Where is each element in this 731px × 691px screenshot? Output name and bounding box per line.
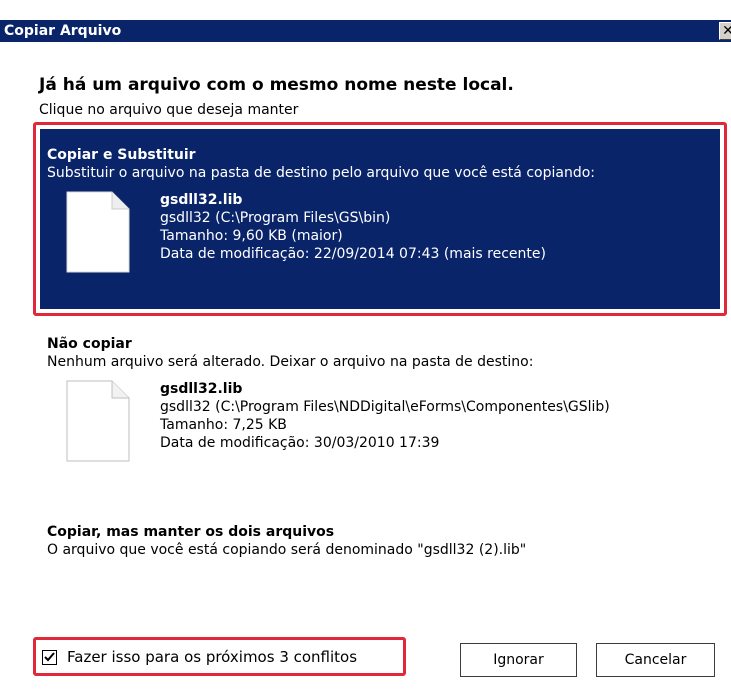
window-title: Copiar Arquivo: [4, 23, 122, 39]
file-modified: Data de modificação: 30/03/2010 17:39: [160, 435, 440, 451]
title-bar: Copiar Arquivo ✕: [0, 20, 731, 42]
option-do-not-copy[interactable]: Não copiar Nenhum arquivo será alterado.…: [40, 330, 720, 490]
copy-file-dialog: Copiar Arquivo ✕ Já há um arquivo com o …: [0, 0, 731, 691]
file-name: gsdll32.lib: [160, 381, 243, 397]
ignore-button[interactable]: Ignorar: [460, 643, 577, 677]
dialog-heading: Já há um arquivo com o mesmo nome neste …: [39, 75, 514, 95]
option-description: Nenhum arquivo será alterado. Deixar o a…: [47, 354, 534, 370]
close-icon: ✕: [722, 23, 731, 39]
dialog-subheading: Clique no arquivo que deseja manter: [39, 102, 299, 118]
highlight-frame: [33, 637, 406, 676]
close-button[interactable]: ✕: [719, 22, 731, 40]
document-file-icon: [66, 380, 130, 462]
file-size: Tamanho: 7,25 KB: [160, 417, 287, 433]
option-title: Não copiar: [47, 336, 132, 352]
top-strip: [0, 0, 731, 20]
highlight-frame: [33, 122, 727, 316]
option-description: O arquivo que você está copiando será de…: [47, 542, 527, 558]
cancel-button[interactable]: Cancelar: [596, 643, 715, 677]
option-title: Copiar, mas manter os dois arquivos: [47, 524, 335, 540]
option-keep-both[interactable]: Copiar, mas manter os dois arquivos O ar…: [40, 518, 720, 578]
file-path: gsdll32 (C:\Program Files\NDDigital\eFor…: [160, 399, 610, 415]
